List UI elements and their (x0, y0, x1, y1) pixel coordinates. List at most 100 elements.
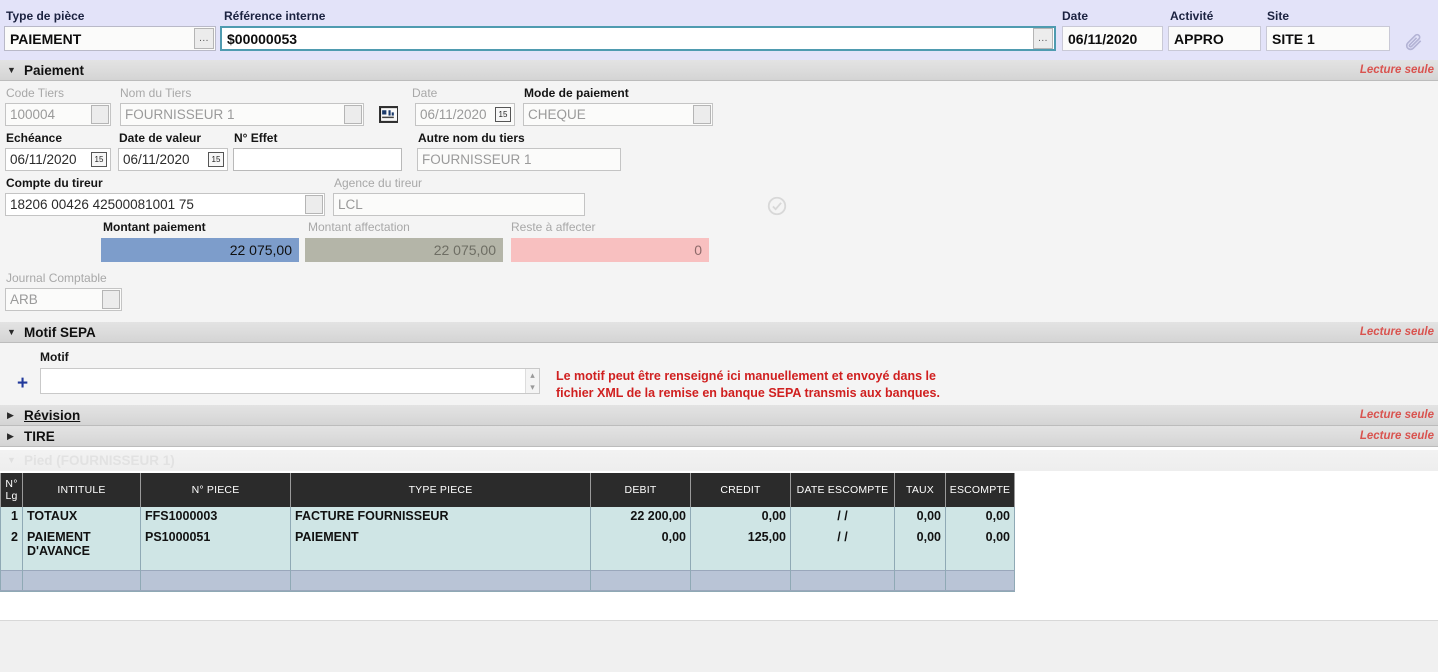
calendar-icon[interactable]: 15 (495, 107, 511, 122)
section-title-pied: Pied (FOURNISSEUR 1) (24, 453, 175, 468)
echeance-value: 06/11/2020 (10, 152, 77, 167)
column-header-nlg[interactable]: N° Lg (0, 473, 23, 507)
mode-paiement-field[interactable]: CHEQUE (523, 103, 713, 126)
cell-empty (690, 569, 791, 591)
motif-label: Motif (40, 350, 69, 364)
plus-icon[interactable]: + (17, 374, 28, 393)
journal-comptable-field[interactable]: ARB (5, 288, 122, 311)
paiement-date-value: 06/11/2020 (420, 107, 487, 122)
section-header-pied[interactable]: ▼ Pied (FOURNISSEUR 1) (0, 450, 1438, 471)
column-header-intitule[interactable]: INTITULE (22, 473, 141, 507)
cell-empty (590, 569, 691, 591)
echeance-label: Echéance (6, 131, 63, 145)
motif-input[interactable] (40, 368, 540, 394)
agence-tireur-value: LCL (338, 197, 363, 212)
section-header-tire[interactable]: ▶ TIRE Lecture seule (0, 426, 1438, 447)
section-header-revision[interactable]: ▶ Révision Lecture seule (0, 405, 1438, 426)
calendar-icon-date-valeur[interactable]: 15 (208, 152, 224, 167)
reste-a-affecter-label: Reste à affecter (511, 220, 596, 234)
cell-typepiece: FACTURE FOURNISSEUR (290, 507, 591, 528)
n-effet-label: N° Effet (234, 131, 278, 145)
table-header-row: N° Lg INTITULE N° PIECE TYPE PIECE DEBIT … (0, 473, 1015, 507)
site-field[interactable]: SITE 1 (1266, 26, 1390, 51)
table-head: N° Lg INTITULE N° PIECE TYPE PIECE DEBIT … (0, 473, 1015, 507)
paiement-panel: Code Tiers Nom du Tiers Date Mode de pai… (0, 81, 1438, 322)
journal-comptable-lookup-button[interactable] (102, 290, 120, 309)
reference-interne-value: $00000053 (227, 30, 298, 47)
montant-affectation-label: Montant affectation (308, 220, 410, 234)
column-header-npiece[interactable]: N° PIECE (140, 473, 291, 507)
table-row[interactable]: 2 PAIEMENT D'AVANCE PS1000051 PAIEMENT 0… (0, 528, 1015, 570)
montant-paiement-label: Montant paiement (103, 220, 206, 234)
section-header-motif-sepa[interactable]: ▼ Motif SEPA Lecture seule (0, 322, 1438, 343)
reste-a-affecter-value: 0 (511, 238, 709, 262)
mode-paiement-value: CHEQUE (528, 107, 586, 122)
date-field[interactable]: 06/11/2020 (1062, 26, 1163, 51)
compte-tireur-lookup-button[interactable] (305, 195, 323, 214)
check-circle-icon[interactable] (766, 195, 788, 217)
code-tiers-label: Code Tiers (6, 86, 65, 100)
column-header-escompte[interactable]: ESCOMPTE (945, 473, 1015, 507)
contact-card-icon[interactable] (379, 106, 398, 123)
cell-taux: 0,00 (894, 507, 946, 528)
column-header-taux[interactable]: TAUX (894, 473, 946, 507)
cell-debit: 0,00 (590, 528, 691, 570)
reference-interne-lookup-button[interactable]: ... (1033, 28, 1053, 49)
cell-empty (0, 569, 23, 591)
compte-tireur-field[interactable]: 18206 00426 42500081001 75 (5, 193, 325, 216)
motif-panel: Motif + ▴ ▾ Le motif peut être renseigné… (0, 343, 1438, 405)
lines-table: N° Lg INTITULE N° PIECE TYPE PIECE DEBIT … (0, 473, 1015, 591)
paiement-date-field[interactable]: 06/11/2020 15 (415, 103, 515, 126)
spinner-up-icon[interactable]: ▴ (530, 370, 535, 381)
date-de-valeur-label: Date de valeur (119, 131, 202, 145)
cell-taux: 0,00 (894, 528, 946, 570)
column-header-credit[interactable]: CREDIT (690, 473, 791, 507)
code-tiers-field[interactable]: 100004 (5, 103, 111, 126)
column-header-debit[interactable]: DEBIT (590, 473, 691, 507)
motif-help-note: Le motif peut être renseigné ici manuell… (556, 368, 1026, 402)
column-header-typepiece[interactable]: TYPE PIECE (290, 473, 591, 507)
reference-interne-field[interactable]: $00000053 ... (220, 26, 1056, 51)
section-header-paiement[interactable]: ▼ Paiement Lecture seule (0, 60, 1438, 81)
mode-paiement-label: Mode de paiement (524, 86, 629, 100)
column-header-dateesc[interactable]: DATE ESCOMPTE (790, 473, 895, 507)
date-value: 06/11/2020 (1068, 30, 1138, 47)
motif-spinner[interactable]: ▴ ▾ (525, 369, 539, 393)
motif-help-line1: Le motif peut être renseigné ici manuell… (556, 369, 936, 383)
spinner-down-icon[interactable]: ▾ (530, 382, 535, 393)
n-effet-field[interactable] (233, 148, 402, 171)
table-empty-row[interactable] (0, 569, 1015, 591)
readonly-badge-motif-sepa: Lecture seule (1359, 326, 1434, 338)
cell-npiece: FFS1000003 (140, 507, 291, 528)
code-tiers-lookup-button[interactable] (91, 105, 109, 124)
activite-field[interactable]: APPRO (1168, 26, 1261, 51)
date-de-valeur-value: 06/11/2020 (123, 152, 190, 167)
activite-value: APPRO (1174, 30, 1224, 47)
nom-du-tiers-label: Nom du Tiers (120, 86, 192, 100)
autre-nom-tiers-field[interactable]: FOURNISSEUR 1 (417, 148, 621, 171)
journal-comptable-value: ARB (10, 292, 38, 307)
cell-empty (140, 569, 291, 591)
cell-empty (894, 569, 946, 591)
echeance-field[interactable]: 06/11/2020 15 (5, 148, 111, 171)
readonly-badge-revision: Lecture seule (1359, 409, 1434, 421)
date-de-valeur-field[interactable]: 06/11/2020 15 (118, 148, 228, 171)
table-body: 1 TOTAUX FFS1000003 FACTURE FOURNISSEUR … (0, 507, 1015, 591)
cell-nlg: 2 (0, 528, 23, 570)
section-title-motif-sepa: Motif SEPA (24, 325, 96, 340)
nom-du-tiers-lookup-button[interactable] (344, 105, 362, 124)
calendar-icon-echeance[interactable]: 15 (91, 152, 107, 167)
type-piece-field[interactable]: PAIEMENT ... (4, 26, 216, 51)
compte-tireur-value: 18206 00426 42500081001 75 (10, 197, 194, 212)
table-row[interactable]: 1 TOTAUX FFS1000003 FACTURE FOURNISSEUR … (0, 507, 1015, 528)
cell-npiece: PS1000051 (140, 528, 291, 570)
application-window: Type de pièce Référence interne Date Act… (0, 0, 1438, 672)
montant-affectation-value: 22 075,00 (305, 238, 503, 262)
agence-tireur-field[interactable]: LCL (333, 193, 585, 216)
paperclip-icon[interactable] (1404, 32, 1424, 52)
pied-table: N° Lg INTITULE N° PIECE TYPE PIECE DEBIT … (0, 473, 1015, 592)
code-tiers-value: 100004 (10, 107, 56, 122)
mode-paiement-lookup-button[interactable] (693, 105, 711, 124)
nom-du-tiers-field[interactable]: FOURNISSEUR 1 (120, 103, 364, 126)
type-piece-lookup-button[interactable]: ... (194, 28, 214, 49)
